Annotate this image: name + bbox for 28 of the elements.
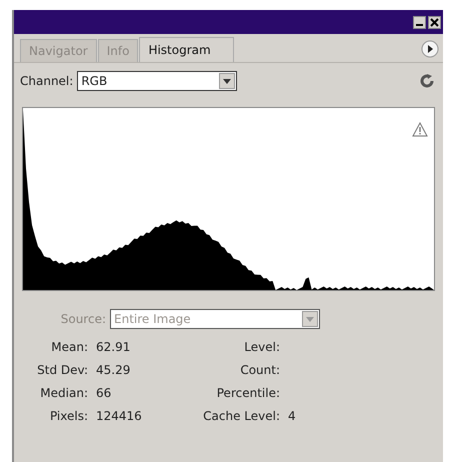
- stat-value: 66: [96, 386, 112, 400]
- stat-label: Cache Level:: [202, 408, 280, 422]
- panel-tab[interactable]: Info: [98, 39, 138, 62]
- stat-label: Level:: [243, 340, 280, 354]
- stat-label: Std Dev:: [36, 362, 88, 376]
- close-button[interactable]: [428, 16, 441, 28]
- stat-value: 4: [288, 408, 296, 422]
- channel-dropdown[interactable]: RGB: [77, 71, 238, 91]
- stat-label: Percentile:: [216, 386, 280, 400]
- stat-label: Pixels:: [48, 408, 88, 422]
- panel-tab[interactable]: Histogram: [139, 37, 234, 62]
- stat-value: 124416: [96, 408, 142, 422]
- channel-label: Channel:: [20, 74, 74, 88]
- stat-label: Count:: [239, 362, 280, 376]
- caret-icon: [223, 78, 232, 84]
- warning-icon: [412, 122, 428, 137]
- stat-label: Median:: [39, 386, 88, 400]
- stat-label: Mean:: [50, 340, 88, 354]
- stat-value: 62.91: [96, 340, 130, 354]
- refresh-icon[interactable]: [419, 73, 435, 89]
- stat-value: 45.29: [96, 362, 130, 376]
- close-icon: [430, 18, 439, 26]
- source-label: Source:: [60, 312, 106, 326]
- panel-tab[interactable]: Navigator: [20, 39, 97, 62]
- panel-menu-icon[interactable]: [421, 40, 439, 58]
- minimize-button[interactable]: [413, 16, 426, 28]
- caret-icon: [306, 316, 314, 322]
- minimize-icon: [416, 24, 423, 26]
